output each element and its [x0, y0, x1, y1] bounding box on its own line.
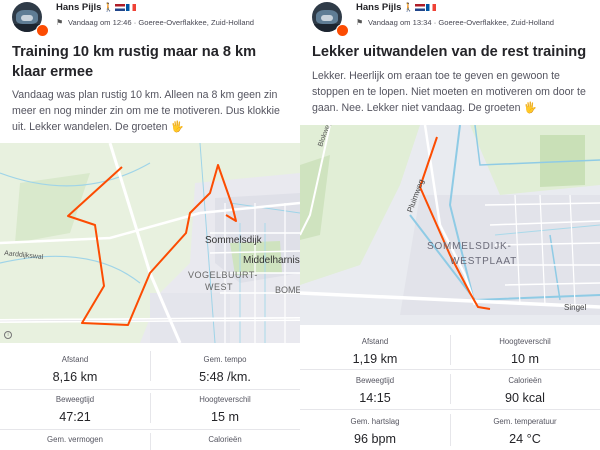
map-label: Middelharnis [243, 255, 300, 266]
waving-hand-icon: 🖐 [170, 121, 184, 133]
activity-card-2[interactable]: Hans Pijls 🚶 ⚑ Vandaag om 13:34 · Goeree-O… [300, 0, 600, 450]
map-label: WESTPLAAT [450, 256, 517, 267]
divider [150, 433, 151, 450]
athlete-name[interactable]: Hans Pijls 🚶 [356, 2, 437, 13]
stat-heart-rate: Gem. hartslag 96 bpm [350, 417, 400, 446]
map-label: WEST [205, 282, 233, 292]
divider [450, 335, 451, 365]
stat-distance: Afstand 8,16 km [52, 355, 98, 384]
walk-badge-icon [336, 24, 349, 37]
activity-title[interactable]: Lekker uitwandelen van de rest training [312, 42, 594, 62]
activity-meta: ⚑ Vandaag om 13:34 · Goeree-Overflakkee, … [356, 18, 555, 27]
stat-calories: Calorieën 90 kcal [505, 376, 545, 405]
stat-distance: Afstand 1,19 km [352, 337, 398, 366]
divider [150, 393, 151, 423]
map-label: BOME [275, 285, 300, 295]
stats-grid: Afstand 1,19 km Hoogteverschil 10 m Beweeg… [300, 333, 600, 450]
walking-icon: 🚶 [103, 2, 115, 12]
route-map[interactable]: Sommelsdijk Middelharnis VOGELBUURT- WES… [0, 143, 300, 343]
stat-pace: Gem. tempo 5:48 /km. [199, 355, 251, 384]
map-label: SOMMELSDIJK- [427, 241, 512, 252]
activity-card-1[interactable]: Hans Pijls 🚶 ⚑ Vandaag om 12:46 · Goeree-O… [0, 0, 300, 450]
waving-hand-icon: 🖐 [523, 102, 537, 114]
divider [0, 429, 300, 430]
activity-meta: ⚑ Vandaag om 12:46 · Goeree-Overflakkee, … [56, 18, 255, 27]
map-label: VOGELBUURT- [188, 270, 258, 280]
stat-moving-time: Beweegtijd 47:21 [55, 395, 95, 424]
divider [300, 409, 600, 410]
stat-calories: Calorieën [208, 435, 242, 444]
activity-feed: Hans Pijls 🚶 ⚑ Vandaag om 12:46 · Goeree-O… [0, 0, 600, 450]
fr-flag-icon [426, 3, 437, 11]
divider [150, 351, 151, 381]
divider [0, 389, 300, 390]
stat-temperature: Gem. temperatuur 24 °C [493, 417, 557, 446]
activity-title[interactable]: Training 10 km rustig maar na 8 km klaar… [12, 42, 294, 82]
activity-header: Hans Pijls 🚶 ⚑ Vandaag om 13:34 · Goeree-O… [300, 0, 600, 38]
stat-power: Gem. vermogen [47, 435, 103, 444]
activity-description: Vandaag was plan rustig 10 km. Alleen na… [12, 89, 280, 133]
nl-flag-icon [415, 3, 426, 11]
athlete-name[interactable]: Hans Pijls 🚶 [56, 2, 137, 13]
map-label: Singel [564, 303, 586, 312]
activity-header: Hans Pijls 🚶 ⚑ Vandaag om 12:46 · Goeree-O… [0, 0, 300, 38]
fr-flag-icon [126, 3, 137, 11]
route-map[interactable]: SOMMELSDIJK- WESTPLAAT Pluimweg Singel B… [300, 125, 600, 325]
walk-badge-icon [36, 24, 49, 37]
map-info-icon[interactable]: i [4, 331, 12, 339]
stat-elevation: Hoogteverschil 10 m [499, 337, 551, 366]
divider [300, 369, 600, 370]
walking-icon: 🚶 [403, 2, 415, 12]
divider [450, 414, 451, 446]
stat-moving-time: Beweegtijd 14:15 [355, 376, 395, 405]
walk-icon: ⚑ [56, 18, 64, 27]
stat-elevation: Hoogteverschil 15 m [199, 395, 251, 424]
walk-icon: ⚑ [356, 18, 364, 27]
stats-grid: Afstand 8,16 km Gem. tempo 5:48 /km. Bewee… [0, 343, 300, 450]
divider [450, 374, 451, 404]
nl-flag-icon [115, 3, 126, 11]
map-label: Sommelsdijk [205, 235, 263, 246]
activity-description: Lekker. Heerlijk om eraan toe te geven e… [312, 70, 586, 114]
